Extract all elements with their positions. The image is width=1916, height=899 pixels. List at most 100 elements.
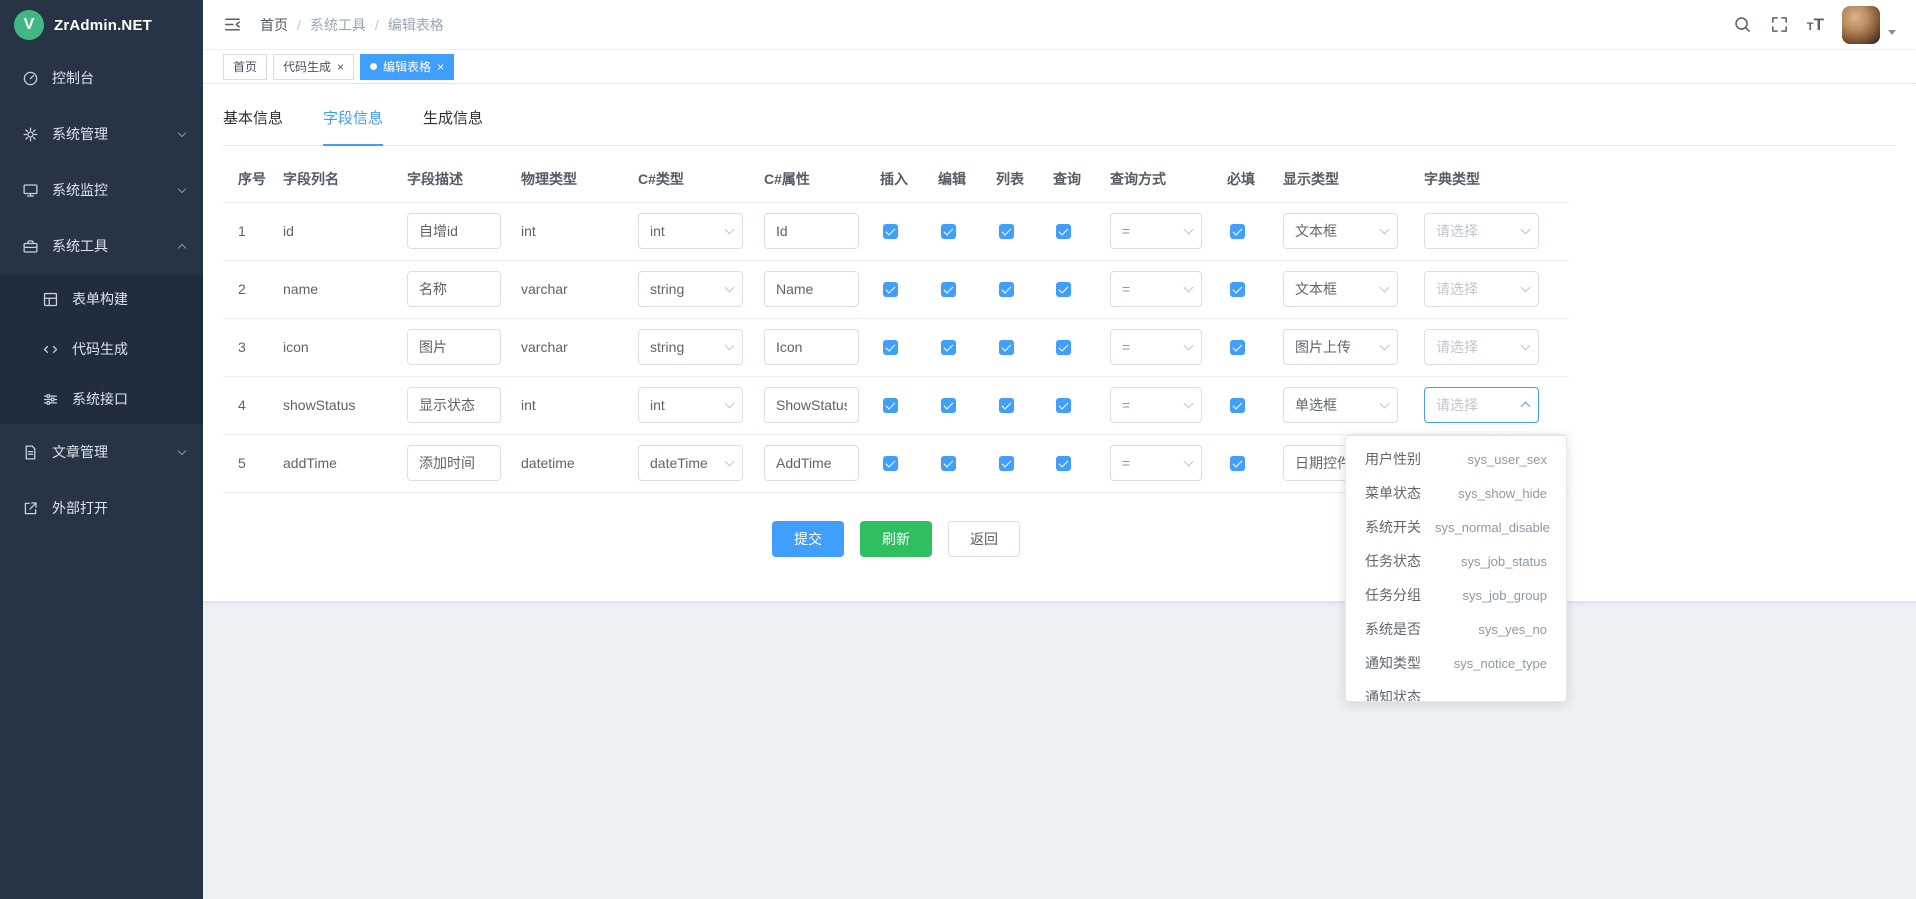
- dict-option[interactable]: 通知状态: [1346, 680, 1566, 702]
- tag-edit-table[interactable]: 编辑表格 ×: [360, 54, 454, 80]
- insert-checkbox[interactable]: [883, 282, 898, 297]
- required-checkbox[interactable]: [1230, 282, 1245, 297]
- sidebar-item-form-builder[interactable]: 表单构建: [0, 274, 203, 324]
- description-input[interactable]: [407, 445, 501, 481]
- sidebar-item-code-generator[interactable]: 代码生成: [0, 324, 203, 374]
- chevron-down-icon: [725, 225, 735, 235]
- row-index: 2: [238, 281, 246, 297]
- description-input[interactable]: [407, 387, 501, 423]
- csharp-prop-input[interactable]: [764, 329, 859, 365]
- required-checkbox[interactable]: [1230, 224, 1245, 239]
- dict-type-select[interactable]: 请选择: [1424, 329, 1539, 365]
- external-link-icon: [22, 500, 40, 517]
- edit-checkbox[interactable]: [941, 398, 956, 413]
- edit-checkbox[interactable]: [941, 456, 956, 471]
- back-button[interactable]: 返回: [948, 521, 1020, 557]
- dict-option[interactable]: 系统开关sys_normal_disable: [1346, 510, 1566, 544]
- required-checkbox[interactable]: [1230, 398, 1245, 413]
- csharp-type-select[interactable]: int: [638, 213, 743, 249]
- table-row: 1 id int int = 文本框: [223, 202, 1569, 260]
- csharp-type-select[interactable]: dateTime: [638, 445, 743, 481]
- insert-checkbox[interactable]: [883, 340, 898, 355]
- submit-button[interactable]: 提交: [772, 521, 844, 557]
- description-input[interactable]: [407, 213, 501, 249]
- tab-generate-info[interactable]: 生成信息: [423, 90, 483, 146]
- csharp-type-select[interactable]: string: [638, 271, 743, 307]
- dict-type-select[interactable]: 请选择 用户性别sys_user_sex 菜单状态sys_show_hide 系…: [1424, 387, 1539, 423]
- caret-down-icon[interactable]: [1888, 30, 1896, 35]
- font-size-icon[interactable]: T T: [1807, 15, 1824, 35]
- list-checkbox[interactable]: [999, 456, 1014, 471]
- fullscreen-icon[interactable]: [1770, 15, 1789, 34]
- sidebar-item-label: 代码生成: [72, 339, 185, 359]
- edit-checkbox[interactable]: [941, 340, 956, 355]
- list-checkbox[interactable]: [999, 224, 1014, 239]
- select-value: 图片上传: [1295, 337, 1351, 357]
- display-type-select[interactable]: 文本框: [1283, 213, 1398, 249]
- sidebar-item-console[interactable]: 控制台: [0, 50, 203, 106]
- row-index: 5: [238, 455, 246, 471]
- tag-home[interactable]: 首页: [223, 54, 267, 80]
- description-input[interactable]: [407, 271, 501, 307]
- sidebar-item-article-management[interactable]: 文章管理: [0, 424, 203, 480]
- dict-option[interactable]: 用户性别sys_user_sex: [1346, 442, 1566, 476]
- sidebar-item-system-monitor[interactable]: 系统监控: [0, 162, 203, 218]
- column-header: C#属性: [764, 156, 880, 202]
- monitor-icon: [22, 182, 40, 199]
- query-checkbox[interactable]: [1056, 224, 1071, 239]
- sidebar-item-system-tools[interactable]: 系统工具: [0, 218, 203, 274]
- csharp-prop-input[interactable]: [764, 387, 859, 423]
- menu-fold-icon[interactable]: [223, 15, 242, 34]
- edit-checkbox[interactable]: [941, 282, 956, 297]
- sidebar-item-external-open[interactable]: 外部打开: [0, 480, 203, 536]
- display-type-select[interactable]: 文本框: [1283, 271, 1398, 307]
- dict-option[interactable]: 任务状态sys_job_status: [1346, 544, 1566, 578]
- csharp-prop-input[interactable]: [764, 445, 859, 481]
- list-checkbox[interactable]: [999, 282, 1014, 297]
- csharp-type-select[interactable]: int: [638, 387, 743, 423]
- close-icon[interactable]: ×: [437, 61, 444, 73]
- dict-option[interactable]: 通知类型sys_notice_type: [1346, 646, 1566, 680]
- dict-option[interactable]: 菜单状态sys_show_hide: [1346, 476, 1566, 510]
- query-mode-select[interactable]: =: [1110, 445, 1202, 481]
- insert-checkbox[interactable]: [883, 224, 898, 239]
- refresh-button[interactable]: 刷新: [860, 521, 932, 557]
- dict-type-select[interactable]: 请选择: [1424, 213, 1539, 249]
- search-icon[interactable]: [1733, 15, 1752, 34]
- query-mode-select[interactable]: =: [1110, 387, 1202, 423]
- edit-checkbox[interactable]: [941, 224, 956, 239]
- required-checkbox[interactable]: [1230, 340, 1245, 355]
- sidebar-item-system-management[interactable]: 系统管理: [0, 106, 203, 162]
- list-checkbox[interactable]: [999, 398, 1014, 413]
- query-checkbox[interactable]: [1056, 282, 1071, 297]
- document-icon: [22, 444, 40, 461]
- tab-basic-info[interactable]: 基本信息: [223, 90, 283, 146]
- csharp-prop-input[interactable]: [764, 213, 859, 249]
- query-mode-select[interactable]: =: [1110, 329, 1202, 365]
- description-input[interactable]: [407, 329, 501, 365]
- csharp-prop-input[interactable]: [764, 271, 859, 307]
- display-type-select[interactable]: 图片上传: [1283, 329, 1398, 365]
- query-mode-select[interactable]: =: [1110, 213, 1202, 249]
- sidebar-item-system-api[interactable]: 系统接口: [0, 374, 203, 424]
- required-checkbox[interactable]: [1230, 456, 1245, 471]
- query-checkbox[interactable]: [1056, 340, 1071, 355]
- tag-code-generator[interactable]: 代码生成 ×: [273, 54, 354, 80]
- dict-type-select[interactable]: 请选择: [1424, 271, 1539, 307]
- column-header: 字段描述: [407, 156, 521, 202]
- display-type-select[interactable]: 单选框: [1283, 387, 1398, 423]
- insert-checkbox[interactable]: [883, 456, 898, 471]
- query-checkbox[interactable]: [1056, 456, 1071, 471]
- query-mode-select[interactable]: =: [1110, 271, 1202, 307]
- list-checkbox[interactable]: [999, 340, 1014, 355]
- insert-checkbox[interactable]: [883, 398, 898, 413]
- dict-option[interactable]: 任务分组sys_job_group: [1346, 578, 1566, 612]
- tab-field-info[interactable]: 字段信息: [323, 90, 383, 146]
- breadcrumb-item[interactable]: 系统工具: [310, 15, 366, 35]
- breadcrumb-item[interactable]: 首页: [260, 15, 288, 35]
- query-checkbox[interactable]: [1056, 398, 1071, 413]
- dict-option[interactable]: 系统是否sys_yes_no: [1346, 612, 1566, 646]
- avatar[interactable]: [1842, 6, 1880, 44]
- csharp-type-select[interactable]: string: [638, 329, 743, 365]
- close-icon[interactable]: ×: [337, 61, 344, 73]
